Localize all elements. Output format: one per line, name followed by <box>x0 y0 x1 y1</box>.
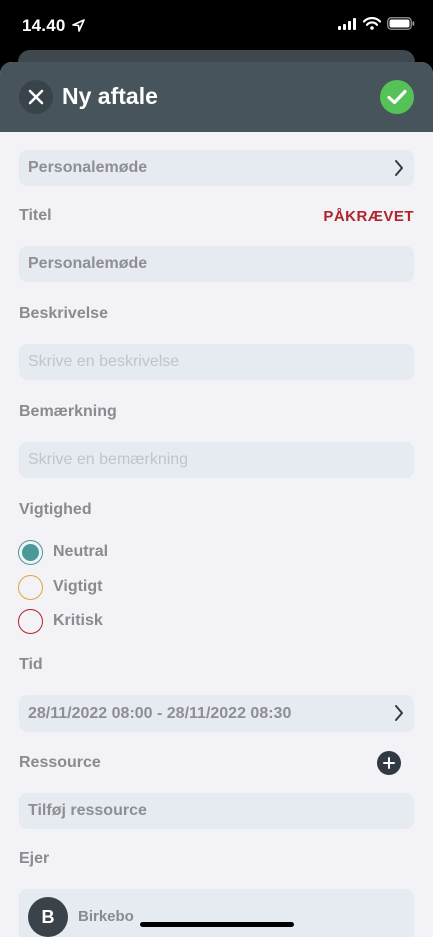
remark-placeholder: Skrive en bemærkning <box>28 451 189 468</box>
home-indicator[interactable] <box>140 922 294 927</box>
importance-option-label: Neutral <box>53 543 109 560</box>
radio-button[interactable] <box>18 574 43 600</box>
wifi-icon <box>363 17 381 30</box>
description-input[interactable]: Skrive en beskrivelse <box>19 344 414 380</box>
owner-label: Ejer <box>19 850 50 867</box>
remark-label: Bemærkning <box>19 403 117 420</box>
owner-item[interactable]: B Birkebo <box>19 889 414 937</box>
title-input[interactable]: Personalemøde <box>19 246 414 282</box>
description-label: Beskrivelse <box>19 305 108 322</box>
importance-label: Vigtighed <box>19 501 92 518</box>
time-label: Tid <box>19 656 43 673</box>
resource-placeholder: Tilføj ressource <box>28 802 147 819</box>
required-badge: PÅKRÆVET <box>323 208 414 225</box>
close-button[interactable] <box>19 80 53 114</box>
importance-option-label: Kritisk <box>53 612 103 629</box>
title-value: Personalemøde <box>28 255 148 272</box>
chevron-right-icon <box>395 160 403 176</box>
radio-button-selected[interactable] <box>18 539 43 565</box>
time-selector[interactable]: 28/11/2022 08:00 - 28/11/2022 08:30 <box>19 695 414 732</box>
save-button[interactable] <box>380 80 414 114</box>
nav-bar: Ny aftale <box>0 62 433 132</box>
description-placeholder: Skrive en beskrivelse <box>28 353 180 370</box>
status-bar: 14.40 <box>0 0 433 52</box>
resource-label: Ressource <box>19 754 101 771</box>
page-title: Ny aftale <box>62 83 158 109</box>
importance-option-vigtigt[interactable]: Vigtigt <box>18 574 102 600</box>
time-value: 28/11/2022 08:00 - 28/11/2022 08:30 <box>28 704 292 722</box>
template-value: Personalemøde <box>28 159 148 176</box>
add-resource-button[interactable] <box>377 751 401 775</box>
plus-icon <box>383 757 395 769</box>
avatar: B <box>28 897 68 937</box>
checkmark-icon <box>387 89 407 105</box>
radio-button[interactable] <box>18 608 43 634</box>
battery-icon <box>387 17 415 30</box>
cellular-signal-icon <box>338 17 356 30</box>
close-icon <box>28 89 44 105</box>
importance-option-kritisk[interactable]: Kritisk <box>18 608 103 634</box>
location-arrow-icon <box>72 19 85 32</box>
template-selector[interactable]: Personalemøde <box>19 150 414 186</box>
resource-input[interactable]: Tilføj ressource <box>19 793 414 829</box>
owner-name: Birkebo <box>78 908 134 925</box>
importance-option-neutral[interactable]: Neutral <box>18 539 108 565</box>
new-appointment-sheet: Ny aftale Personalemøde Titel PÅKRÆVET P… <box>0 62 433 937</box>
title-label: Titel <box>19 207 52 224</box>
status-time: 14.40 <box>22 16 66 35</box>
importance-option-label: Vigtigt <box>53 578 103 595</box>
status-icons <box>338 17 415 30</box>
remark-input[interactable]: Skrive en bemærkning <box>19 442 414 478</box>
chevron-right-icon <box>395 705 403 721</box>
